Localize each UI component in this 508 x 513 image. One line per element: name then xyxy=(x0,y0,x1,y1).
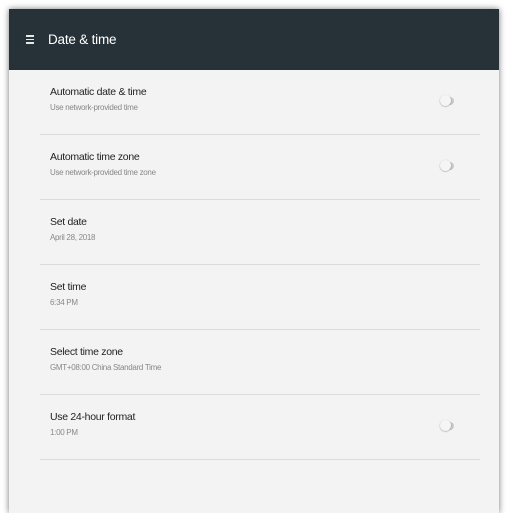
setting-title: Use 24-hour format xyxy=(50,411,136,423)
setting-use-24-hour-format[interactable]: Use 24-hour format 1:00 PM xyxy=(40,395,480,460)
setting-subtitle: April 28, 2018 xyxy=(50,233,96,242)
setting-title: Automatic time zone xyxy=(50,151,140,163)
setting-subtitle: Use network-provided time xyxy=(50,103,138,112)
use-24-hour-format-toggle[interactable] xyxy=(440,419,456,433)
setting-subtitle: 6:34 PM xyxy=(50,298,78,307)
automatic-date-time-toggle[interactable] xyxy=(440,94,456,108)
setting-title: Select time zone xyxy=(50,346,123,358)
setting-title: Set date xyxy=(50,216,87,228)
setting-subtitle: 1:00 PM xyxy=(50,428,78,437)
page-title: Date & time xyxy=(48,32,117,47)
settings-list: Automatic date & time Use network-provid… xyxy=(9,70,499,460)
setting-subtitle: Use network-provided time zone xyxy=(50,168,156,177)
setting-subtitle: GMT+08:00 China Standard Time xyxy=(50,363,162,372)
setting-set-date[interactable]: Set date April 28, 2018 xyxy=(40,200,480,265)
settings-window: Date & time Automatic date & time Use ne… xyxy=(9,9,499,513)
setting-title: Set time xyxy=(50,281,87,293)
setting-title: Automatic date & time xyxy=(50,86,147,98)
automatic-time-zone-toggle[interactable] xyxy=(440,159,456,173)
setting-automatic-date-time[interactable]: Automatic date & time Use network-provid… xyxy=(40,70,480,135)
setting-automatic-time-zone[interactable]: Automatic time zone Use network-provided… xyxy=(40,135,480,200)
setting-set-time[interactable]: Set time 6:34 PM xyxy=(40,265,480,330)
setting-select-time-zone[interactable]: Select time zone GMT+08:00 China Standar… xyxy=(40,330,480,395)
app-bar: Date & time xyxy=(9,9,499,70)
hamburger-menu-icon[interactable] xyxy=(17,27,43,53)
